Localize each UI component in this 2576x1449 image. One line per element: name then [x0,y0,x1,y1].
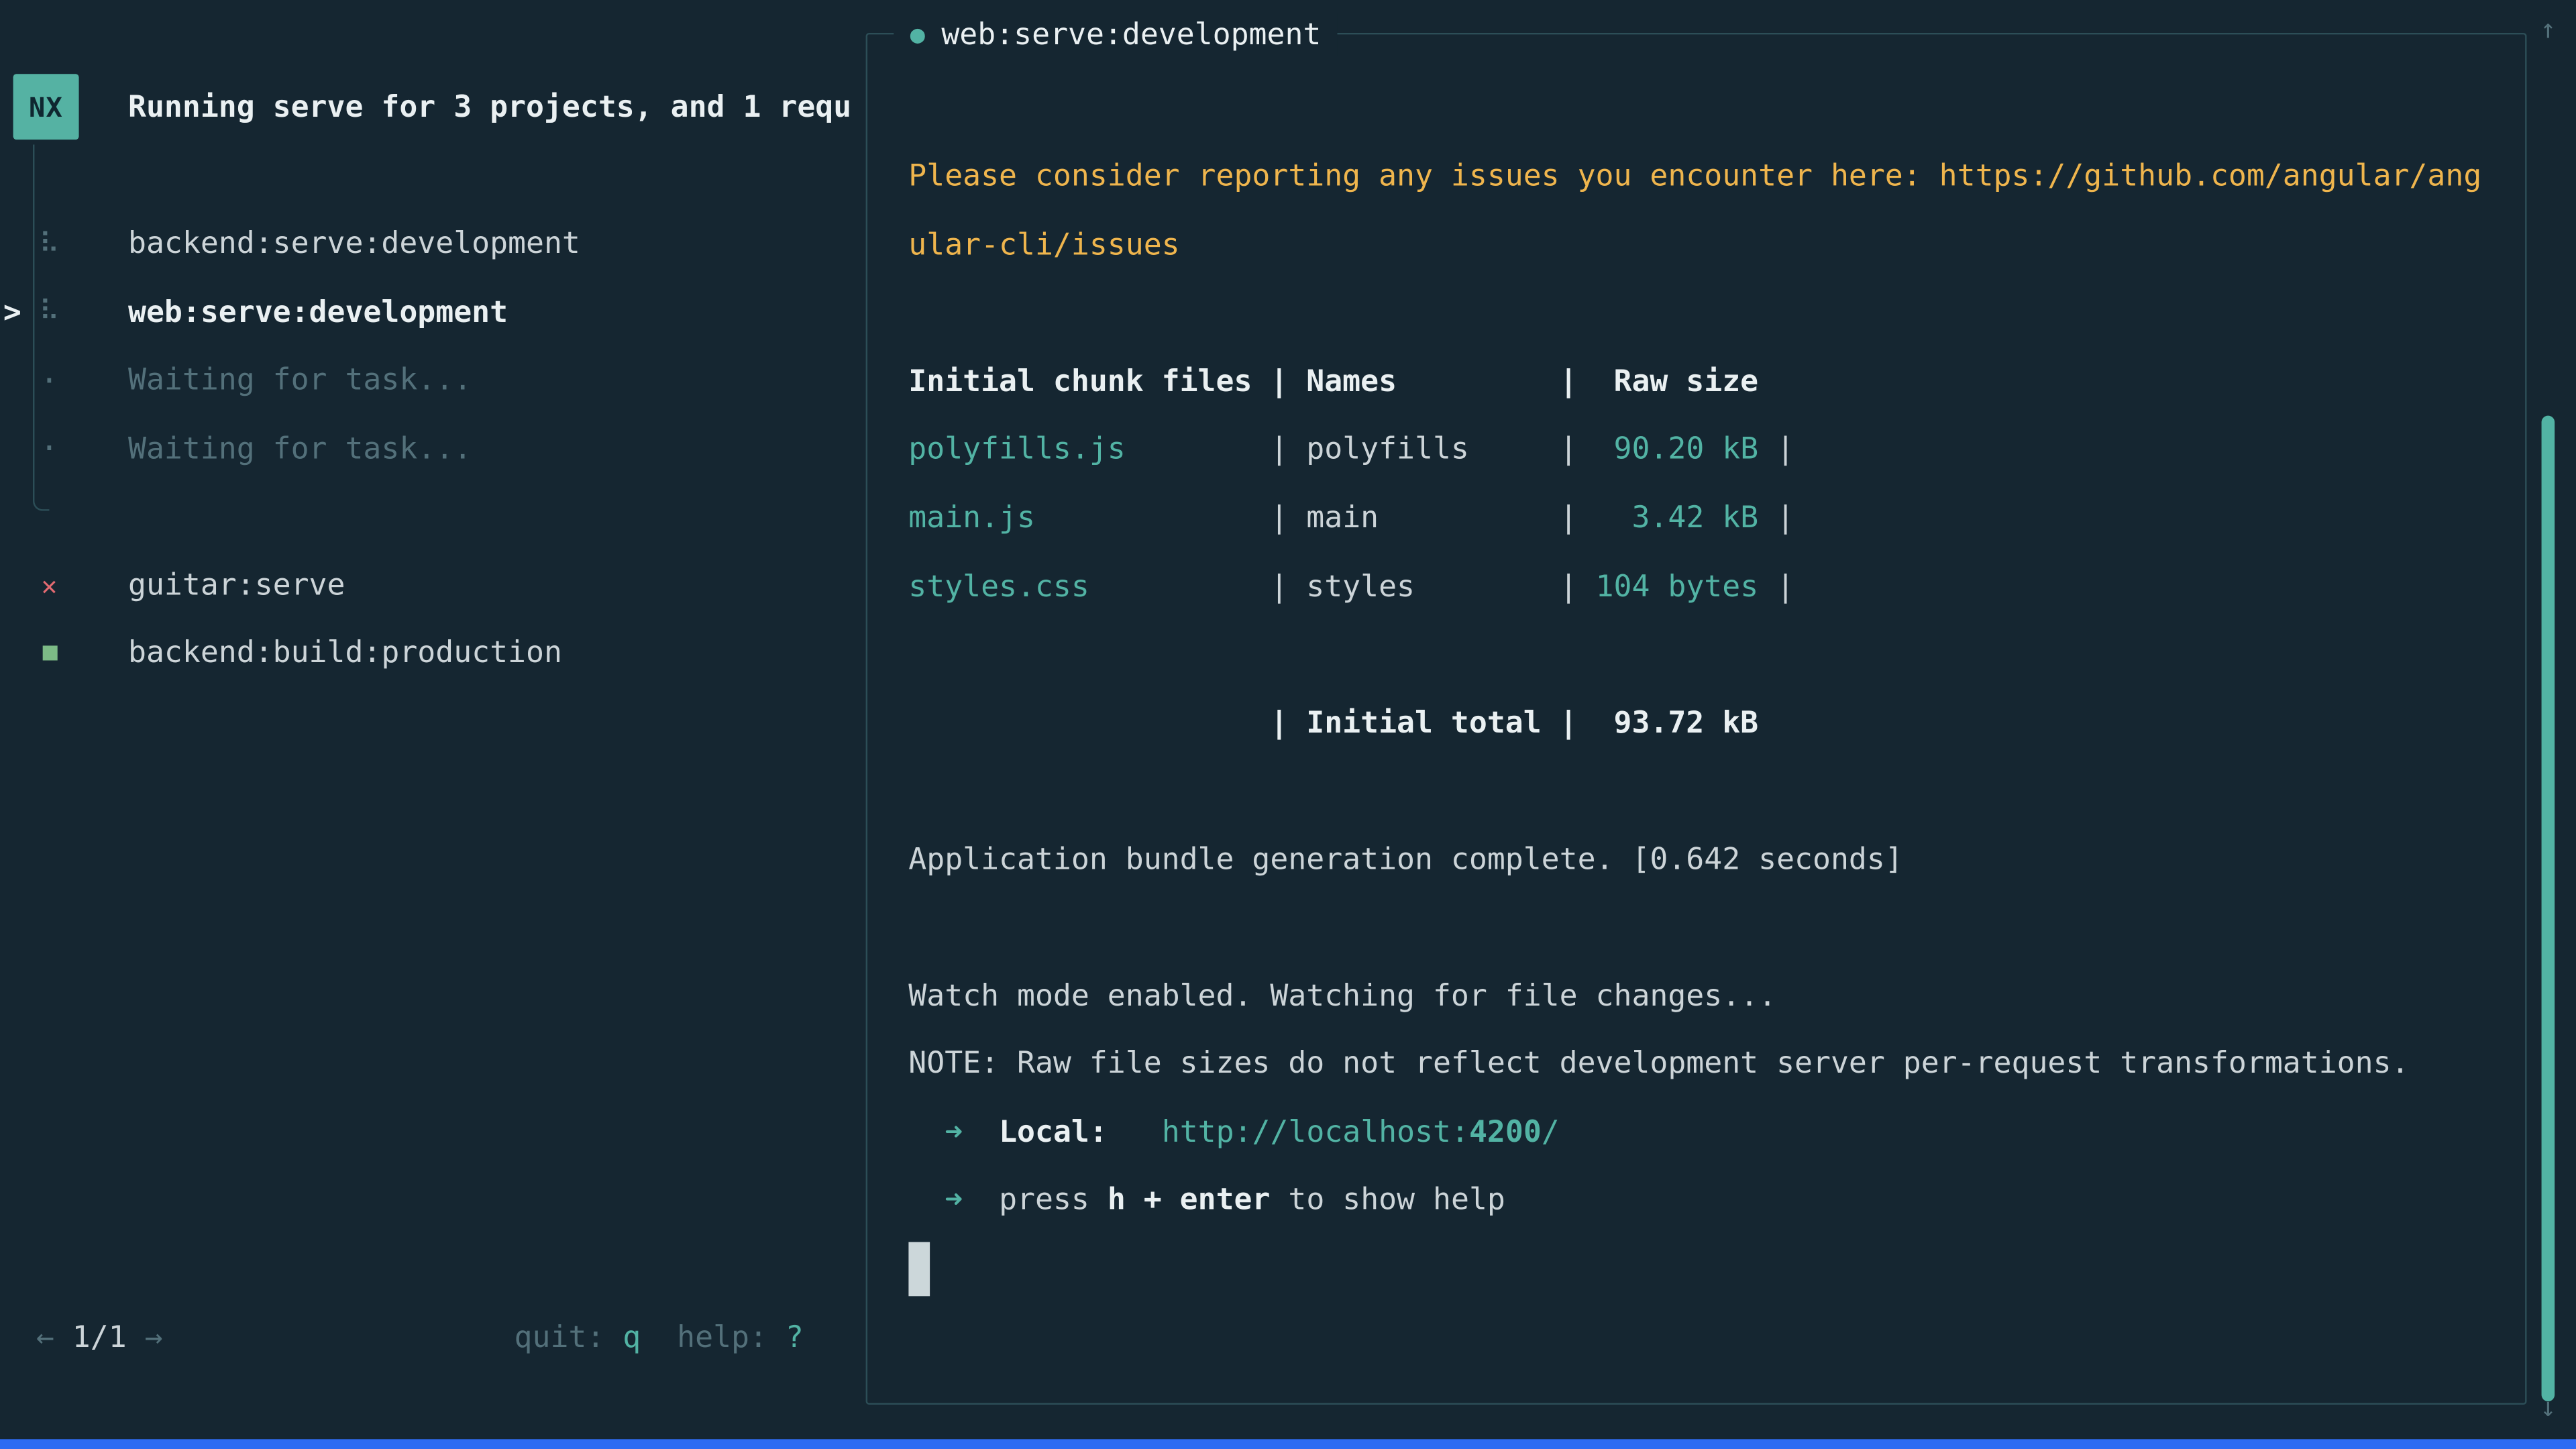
blank-line [908,621,2512,689]
terminal-output: Please consider reporting any issues you… [908,143,2512,1303]
issues-notice-line1: Please consider reporting any issues you… [908,143,2512,211]
sidebar-task-waiting-for-task[interactable]: · Waiting for task... [0,415,857,483]
bottom-bar [0,1439,2576,1449]
spacer [1108,1116,1162,1150]
help-key: ? [786,1320,804,1354]
chunk-name-cell: | main | [1035,501,1596,535]
chunk-file-name: polyfills.js [908,433,1125,467]
note-text: NOTE: Raw file sizes do not reflect deve… [908,1047,2409,1081]
local-label: Local: [999,1116,1108,1150]
help-hint-text: press [999,1183,1108,1218]
chunk-name-cell: | styles | [1089,570,1596,604]
task-label: Waiting for task... [128,364,472,398]
table-pipe: | [1758,501,1794,535]
chunk-row-main: main.js | main | 3.42 kB | [908,484,2512,553]
pager-prev-icon[interactable]: ← [36,1320,54,1354]
chunk-raw-size: 3.42 kB [1596,501,1759,535]
arrow-icon: ➜ [945,1116,963,1150]
panel-title: ● web:serve:development [894,13,1338,56]
help-hint-keys: h + enter [1108,1183,1271,1218]
pager: ← 1/1 → [36,1303,163,1372]
cross-icon: ✕ [36,551,62,620]
chunk-name-cell: | polyfills | [1126,433,1596,467]
spinner-icon: ⠧ [36,210,62,278]
square-icon [36,619,62,688]
watch-mode-line: Watch mode enabled. Watching for file ch… [908,962,2512,1030]
sidebar-task-waiting-for-task[interactable]: · Waiting for task... [0,346,857,415]
issues-notice-line2: ular-cli/issues [908,211,2512,280]
quit-key: q [623,1320,641,1354]
local-url[interactable]: / [1542,1116,1560,1150]
table-pipe: | [1758,570,1794,604]
nx-tui-app: NX Running serve for 3 projects, and 1 r… [0,0,2576,1449]
arrow-icon: ➜ [945,1183,963,1218]
chunk-raw-size: 104 bytes [1596,570,1759,604]
chunk-file-name: main.js [908,501,1035,535]
blank-line [908,280,2512,348]
scrollbar-thumb[interactable] [2542,416,2555,1401]
local-url-line: ➜ Local: http://localhost:4200/ [908,1099,2512,1167]
spacer [908,1116,945,1150]
spacer [908,1183,945,1218]
task-label: web:serve:development [128,295,508,329]
pager-next-icon[interactable]: → [145,1320,163,1354]
task-label: Waiting for task... [128,431,472,466]
pager-page: 1/1 [54,1320,145,1354]
dot-icon: · [36,415,62,483]
shortcut-hints: quit: q help: ? [515,1303,804,1372]
chunk-raw-size: 90.20 kB [1596,433,1759,467]
help-label: help: [641,1320,786,1354]
local-url[interactable]: http://localhost: [1162,1116,1469,1150]
nx-logo: NX [13,74,79,140]
cursor-line [908,1235,2512,1303]
table-pipe: | [1758,433,1794,467]
square-icon-shape [42,646,56,661]
task-label: guitar:serve [128,568,345,602]
chunk-table-header-text: Initial chunk files | Names | Raw size [908,364,1758,398]
help-hint-text: to show help [1270,1183,1505,1218]
chunk-row-styles: styles.css | styles | 104 bytes | [908,553,2512,621]
terminal-cursor [908,1242,930,1296]
chunk-table-header: Initial chunk files | Names | Raw size [908,347,2512,416]
task-label: backend:build:production [128,637,562,671]
spacer [963,1183,999,1218]
initial-total-row: | Initial total | 93.72 kB [908,689,2512,757]
issues-notice-text: ular-cli/issues [908,228,1179,262]
blank-line [908,757,2512,826]
panel-title-text: web:serve:development [941,17,1321,52]
sidebar-title: Running serve for 3 projects, and 1 requ [128,73,857,142]
watch-mode-text: Watch mode enabled. Watching for file ch… [908,979,1776,1013]
spacer [963,1116,999,1150]
bundle-complete-line: Application bundle generation complete. … [908,826,2512,894]
task-output-panel: ●web:serve:development Please consider r… [866,33,2527,1405]
initial-total-text: | Initial total | 93.72 kB [908,706,1758,740]
chunk-row-polyfills: polyfills.js | polyfills | 90.20 kB | [908,416,2512,484]
task-label: backend:serve:development [128,227,580,261]
chunk-file-name: styles.css [908,570,1089,604]
sidebar-task-web-serve-development[interactable]: > ⠧ web:serve:development [0,278,857,347]
status-dot-icon: ● [910,19,925,49]
sidebar-task-backend-build-production[interactable]: backend:build:production [0,619,857,688]
local-url-port[interactable]: 4200 [1469,1116,1542,1150]
spinner-icon: ⠧ [36,278,62,347]
sidebar-task-guitar-serve[interactable]: ✕ guitar:serve [0,551,857,620]
bundle-complete-text: Application bundle generation complete. … [908,843,1902,877]
scroll-up-icon[interactable]: ↑ [2533,10,2563,50]
quit-label: quit: [515,1320,623,1354]
note-line: NOTE: Raw file sizes do not reflect deve… [908,1030,2512,1099]
blank-line [908,894,2512,962]
help-hint-line: ➜ press h + enter to show help [908,1167,2512,1235]
selected-task-marker-icon: > [3,295,21,329]
dot-icon: · [36,346,62,415]
sidebar-task-backend-serve-development[interactable]: ⠧ backend:serve:development [0,210,857,278]
issues-notice-text: Please consider reporting any issues you… [908,160,2481,194]
